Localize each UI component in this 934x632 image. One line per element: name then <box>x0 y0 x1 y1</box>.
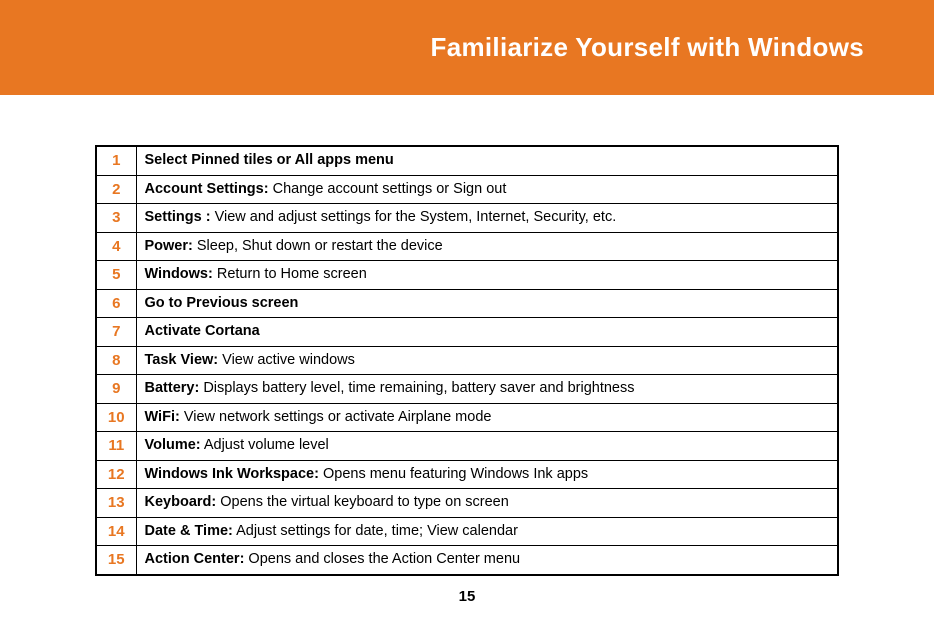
row-description: Settings : View and adjust settings for … <box>136 204 838 233</box>
row-text: Opens menu featuring Windows Ink apps <box>319 466 588 482</box>
content-area: 1Select Pinned tiles or All apps menu2Ac… <box>0 95 934 605</box>
row-label: Battery: <box>145 380 200 396</box>
table-row: 8Task View: View active windows <box>96 346 838 375</box>
row-description: Select Pinned tiles or All apps menu <box>136 146 838 175</box>
table-row: 10WiFi: View network settings or activat… <box>96 403 838 432</box>
table-row: 13Keyboard: Opens the virtual keyboard t… <box>96 489 838 518</box>
row-number: 9 <box>96 375 136 404</box>
row-number: 6 <box>96 289 136 318</box>
row-text: Opens the virtual keyboard to type on sc… <box>216 494 509 510</box>
row-text: Sleep, Shut down or restart the device <box>193 238 443 254</box>
table-row: 9Battery: Displays battery level, time r… <box>96 375 838 404</box>
table-row: 1 Select Pinned tiles or All apps menu <box>96 146 838 175</box>
row-label: Action Center: <box>145 551 245 567</box>
row-text: Opens and closes the Action Center menu <box>244 551 520 567</box>
row-number: 10 <box>96 403 136 432</box>
row-label: Power: <box>145 238 193 254</box>
row-description: Go to Previous screen <box>136 289 838 318</box>
row-text: Change account settings or Sign out <box>269 181 507 197</box>
table-row: 3Settings : View and adjust settings for… <box>96 204 838 233</box>
table-row: 4Power: Sleep, Shut down or restart the … <box>96 232 838 261</box>
row-number: 3 <box>96 204 136 233</box>
page-number: 15 <box>95 588 839 605</box>
row-description: Battery: Displays battery level, time re… <box>136 375 838 404</box>
row-description: Account Settings: Change account setting… <box>136 175 838 204</box>
row-text: View active windows <box>218 352 355 368</box>
table-row: 6 Go to Previous screen <box>96 289 838 318</box>
row-number: 11 <box>96 432 136 461</box>
table-row: 12Windows Ink Workspace: Opens menu feat… <box>96 460 838 489</box>
row-description: Task View: View active windows <box>136 346 838 375</box>
feature-table: 1Select Pinned tiles or All apps menu2Ac… <box>95 145 839 576</box>
row-number: 7 <box>96 318 136 347</box>
row-number: 8 <box>96 346 136 375</box>
row-text: Return to Home screen <box>213 266 367 282</box>
row-description: Date & Time: Adjust settings for date, t… <box>136 517 838 546</box>
row-number: 12 <box>96 460 136 489</box>
row-text: Displays battery level, time remaining, … <box>199 380 634 396</box>
row-description: Windows: Return to Home screen <box>136 261 838 290</box>
row-label: Account Settings: <box>145 181 269 197</box>
row-text: Adjust volume level <box>201 437 329 453</box>
row-description: Activate Cortana <box>136 318 838 347</box>
table-row: 15Action Center: Opens and closes the Ac… <box>96 546 838 575</box>
row-number: 15 <box>96 546 136 575</box>
row-description: Keyboard: Opens the virtual keyboard to … <box>136 489 838 518</box>
table-row: 7 Activate Cortana <box>96 318 838 347</box>
row-description: Volume: Adjust volume level <box>136 432 838 461</box>
row-label: WiFi: <box>145 409 180 425</box>
row-label: Volume: <box>145 437 201 453</box>
row-number: 13 <box>96 489 136 518</box>
row-description: Windows Ink Workspace: Opens menu featur… <box>136 460 838 489</box>
table-row: 2Account Settings: Change account settin… <box>96 175 838 204</box>
row-description: Action Center: Opens and closes the Acti… <box>136 546 838 575</box>
row-text: View and adjust settings for the System,… <box>211 209 617 225</box>
table-row: 14Date & Time: Adjust settings for date,… <box>96 517 838 546</box>
row-description: Power: Sleep, Shut down or restart the d… <box>136 232 838 261</box>
row-label: Settings : <box>145 209 211 225</box>
row-label: Activate Cortana <box>145 323 260 339</box>
row-label: Windows Ink Workspace: <box>145 466 319 482</box>
row-label: Windows: <box>145 266 213 282</box>
row-label: Keyboard: <box>145 494 217 510</box>
row-label: Task View: <box>145 352 219 368</box>
row-label: Date & Time: <box>145 523 233 539</box>
row-label: Go to Previous screen <box>145 295 299 311</box>
page-title: Familiarize Yourself with Windows <box>431 32 864 63</box>
row-label: Select Pinned tiles or All apps menu <box>145 152 394 168</box>
row-text: Adjust settings for date, time; View cal… <box>233 523 518 539</box>
row-number: 5 <box>96 261 136 290</box>
table-row: 5Windows: Return to Home screen <box>96 261 838 290</box>
row-number: 14 <box>96 517 136 546</box>
row-number: 2 <box>96 175 136 204</box>
row-description: WiFi: View network settings or activate … <box>136 403 838 432</box>
table-row: 11Volume: Adjust volume level <box>96 432 838 461</box>
row-number: 1 <box>96 146 136 175</box>
row-number: 4 <box>96 232 136 261</box>
page-header: Familiarize Yourself with Windows <box>0 0 934 95</box>
row-text: View network settings or activate Airpla… <box>180 409 492 425</box>
